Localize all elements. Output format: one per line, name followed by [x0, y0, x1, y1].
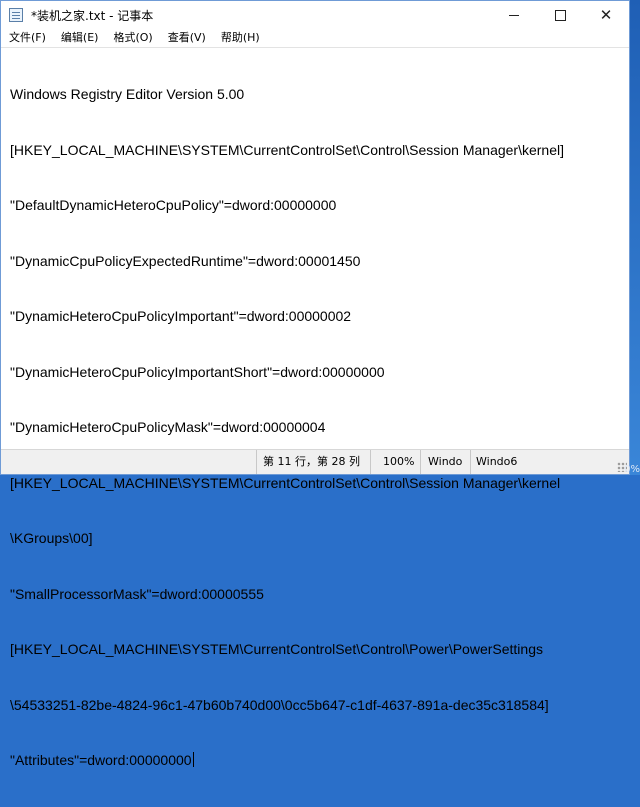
menu-bar: 文件(F) 编辑(E) 格式(O) 查看(V) 帮助(H) [1, 29, 629, 47]
desktop-background [630, 0, 640, 475]
text-line: "SmallProcessorMask"=dword:00000555 [10, 585, 264, 602]
close-button[interactable]: ✕ [583, 1, 629, 29]
status-bar: 第 11 行，第 28 列 100% Windo Windo6 [1, 449, 629, 474]
text-line: Windows Registry Editor Version 5.00 [10, 86, 245, 102]
cursor-position: 第 11 行，第 28 列 [256, 450, 370, 474]
watermark-text: 0% [624, 464, 640, 475]
text-line: [HKEY_LOCAL_MACHINE\SYSTEM\CurrentContro… [10, 141, 564, 158]
text-line: \54533251-82be-4824-96c1-47b60b740d00\0c… [10, 696, 549, 713]
maximize-button[interactable] [537, 1, 583, 29]
minimize-icon [509, 14, 519, 16]
text-line: [HKEY_LOCAL_MACHINE\SYSTEM\CurrentContro… [10, 641, 543, 657]
menu-format[interactable]: 格式(O) [105, 29, 159, 47]
menu-help[interactable]: 帮助(H) [213, 29, 267, 47]
text-content[interactable]: Windows Registry Editor Version 5.00 [HK… [10, 48, 625, 807]
text-line: "DefaultDynamicHeteroCpuPolicy"=dword:00… [10, 197, 337, 213]
text-editor[interactable]: Windows Registry Editor Version 5.00 [HK… [1, 47, 629, 768]
notepad-window: *装机之家.txt - 记事本 ✕ 文件(F) 编辑(E) 格式(O) 查看(V… [0, 0, 630, 768]
text-line-with-caret: "Attributes"=dword:00000000 [10, 751, 625, 770]
menu-view[interactable]: 查看(V) [160, 29, 213, 47]
encoding: Windo6 [470, 450, 530, 474]
title-bar[interactable]: *装机之家.txt - 记事本 ✕ [1, 1, 629, 29]
text-line: "DynamicHeteroCpuPolicyImportant"=dword:… [10, 308, 352, 324]
text-line: "DynamicHeteroCpuPolicyImportantShort"=d… [10, 363, 385, 380]
text-line: "DynamicCpuPolicyExpectedRuntime"=dword:… [10, 252, 361, 269]
close-icon: ✕ [599, 5, 613, 24]
text-line: [HKEY_LOCAL_MACHINE\SYSTEM\CurrentContro… [10, 474, 561, 491]
window-title: *装机之家.txt - 记事本 [31, 9, 154, 23]
zoom-level: 100% [370, 450, 420, 474]
menu-edit[interactable]: 编辑(E) [53, 29, 106, 47]
menu-file[interactable]: 文件(F) [1, 29, 53, 47]
text-line: \KGroups\00] [10, 530, 93, 546]
line-ending: Windo [420, 450, 470, 474]
maximize-icon [554, 9, 566, 21]
minimize-button[interactable] [491, 1, 537, 29]
text-line: "DynamicHeteroCpuPolicyMask"=dword:00000… [10, 419, 326, 435]
notepad-icon [9, 8, 23, 22]
